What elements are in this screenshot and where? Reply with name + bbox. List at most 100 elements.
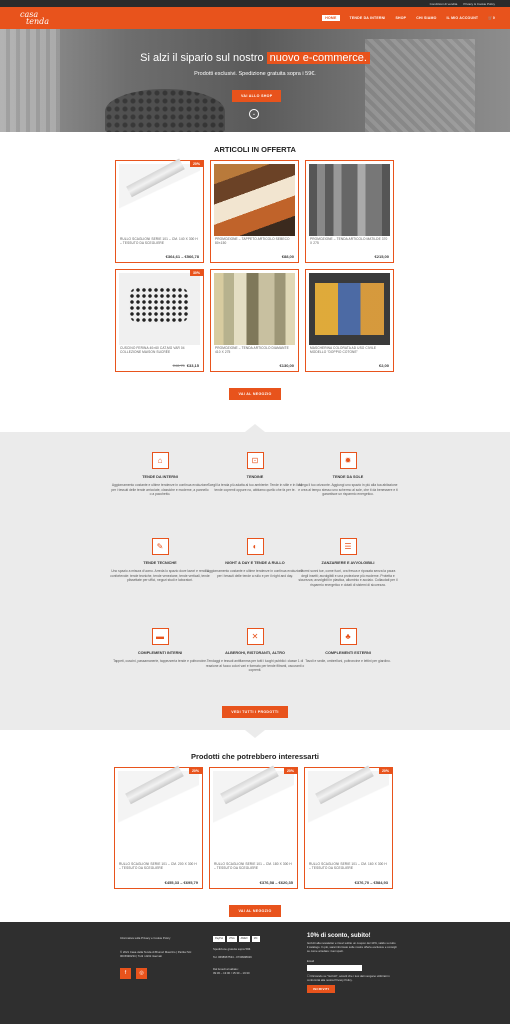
service-text: Aggiornamento costante e ultime tendenze… [206, 569, 304, 578]
email-field[interactable] [307, 965, 362, 971]
offers-title: ARTICOLI IN OFFERTA [214, 145, 296, 154]
offers-button-wrap: VAI AL NEGOZIO [0, 382, 510, 400]
service-tende-interni[interactable]: ⌂ TENDE DA INTERNI Aggiornamento costant… [110, 452, 210, 497]
related-shop-button[interactable]: VAI AL NEGOZIO [229, 905, 281, 917]
terms-link[interactable]: Condizioni di vendita [430, 2, 458, 6]
product-title[interactable]: PROMOZIONE – TENDA ARTICOLO DIAMANTE 410… [215, 346, 294, 354]
instagram-icon[interactable]: ◎ [136, 968, 147, 979]
product-title[interactable]: PROMOZIONE – TAPPETO ARTICOLO SEBECO 80×… [215, 237, 294, 245]
service-title: TENDE DA INTERNI [142, 475, 178, 479]
service-text: Scegli la tenda più adatta al tuo ambien… [207, 483, 303, 492]
service-tende-tecniche[interactable]: ✎ TENDE TECNICHE Uno spazio a misura d'u… [110, 538, 210, 583]
product-card[interactable]: PROMOZIONE – TAPPETO ARTICOLO SEBECO 80×… [210, 160, 299, 263]
product-title[interactable]: RULLO SCAGLIONI SERIE 101 – CM. 140 X 30… [120, 237, 199, 245]
product-image[interactable] [214, 273, 295, 345]
product-card[interactable]: 20% RULLO SCAGLIONI SERIE 101 – CM. 140 … [115, 160, 204, 263]
related-title: Prodotti che potrebbero interessarti [191, 752, 319, 761]
subscribe-button[interactable]: ISCRIVITI [307, 985, 336, 993]
product-card[interactable]: 20% RULLO SCAGLIONI SERIE 101 – CM. 180 … [209, 767, 298, 889]
hero-headline-text: Si alzi il sipario sul nostro [140, 52, 264, 64]
old-price: €48,75 [172, 363, 185, 368]
related-grid: 20% RULLO SCAGLIONI SERIE 101 – CM. 200 … [114, 767, 396, 889]
consent-text: Cliccando su "Iscriviti", accetti che i … [307, 974, 390, 982]
product-title[interactable]: RULLO SCAGLIONI SERIE 101 – CM. 200 X 30… [119, 862, 198, 870]
section-notch-bottom [245, 730, 265, 738]
service-zanzariere[interactable]: ☰ ZANZARIERE E AVVOLGIBILI Dormi sonni t… [298, 538, 398, 587]
product-price: €215,00 [374, 254, 389, 259]
service-title: NIGHT & DAY E TENDE A RULLO [225, 561, 285, 565]
product-image[interactable] [214, 164, 295, 236]
contrast-icon: ◐ [246, 538, 264, 555]
product-card[interactable]: PROMOZIONE – TENDA ARTICOLO MATILDE 370 … [305, 160, 394, 263]
product-price: €48,75 €33,15 [173, 363, 199, 368]
services-section: ⌂ TENDE DA INTERNI Aggiornamento costant… [0, 424, 510, 738]
menu-chi-siamo[interactable]: CHI SIAMO [416, 16, 436, 20]
service-complementi-interni[interactable]: ▬ COMPLEMENTI INTERNI Tappeti, cuscini, … [110, 628, 210, 664]
privacy-link[interactable]: Privacy & Cookie Policy [463, 2, 495, 6]
product-title[interactable]: CUSCINO FERINA 40×60 CAT.MG VAR 04 COLLE… [120, 346, 199, 354]
sale-price: €33,15 [186, 363, 199, 368]
service-text: Tendaggi e tessuti antifiamma per tutti … [205, 659, 305, 673]
discount-badge: 30% [189, 270, 203, 276]
hero-headline: Si alzi il sipario sul nostro nuovo e-co… [0, 52, 510, 64]
service-night-day[interactable]: ◐ NIGHT & DAY E TENDE A RULLO Aggiorname… [205, 538, 305, 578]
product-title[interactable]: RULLO SCAGLIONI SERIE 101 – CM. 180 X 30… [214, 862, 293, 870]
product-image[interactable] [308, 771, 389, 861]
facebook-icon[interactable]: f [120, 968, 131, 979]
product-image[interactable] [309, 273, 390, 345]
service-title: TENDE TECNICHE [143, 561, 177, 565]
product-title[interactable]: RULLO SCAGLIONI SERIE 101 – CM. 160 X 30… [309, 862, 388, 870]
scroll-down-icon[interactable]: ⌄ [249, 109, 259, 119]
product-card[interactable]: 20% RULLO SCAGLIONI SERIE 101 – CM. 160 … [304, 767, 393, 889]
product-image[interactable] [119, 164, 200, 236]
discount-badge: 20% [188, 768, 202, 774]
product-card[interactable]: 30% CUSCINO FERINA 40×60 CAT.MG VAR 04 C… [115, 269, 204, 372]
product-title[interactable]: MASCHERINA COLORATA AD USO CIVILE MODELL… [310, 346, 389, 354]
service-tendine[interactable]: ⊡ TENDINE Scegli la tenda più adatta al … [205, 452, 305, 492]
product-image[interactable] [309, 164, 390, 236]
product-price: €88,00 [281, 254, 294, 259]
privacy-policy-link[interactable]: Informativa sulla Privacy e Cookie Polic… [120, 936, 200, 940]
logo-line-2: tenda [26, 17, 49, 26]
offers-section: ARTICOLI IN OFFERTA 20% RULLO SCAGLIONI … [0, 132, 510, 400]
related-section: Prodotti che potrebbero interessarti 20%… [0, 752, 510, 917]
shipping-info: Spedizione gratuita sopra 59€. [213, 947, 251, 951]
home-icon: ⌂ [151, 452, 169, 469]
product-card[interactable]: PROMOZIONE – TENDA ARTICOLO DIAMANTE 410… [210, 269, 299, 372]
product-card[interactable]: MASCHERINA COLORATA AD USO CIVILE MODELL… [305, 269, 394, 372]
bed-icon: ▬ [151, 628, 169, 645]
payment-methods: PayPal VISA AMEX MC [213, 936, 293, 942]
blinds-icon: ☰ [339, 538, 357, 555]
product-image[interactable] [119, 273, 200, 345]
product-price: €364,61 – €566,78 [165, 254, 199, 259]
service-title: ZANZARIERE E AVVOLGIBILI [321, 561, 375, 565]
service-title: ALBERGHI, RISTORANTI, ALTRO [225, 651, 285, 655]
menu-shop[interactable]: SHOP [395, 16, 406, 20]
menu-account[interactable]: IL MIO ACCOUNT [447, 16, 479, 20]
all-products-button[interactable]: VEDI TUTTI I PRODOTTI [222, 706, 288, 718]
product-title[interactable]: PROMOZIONE – TENDA ARTICOLO MATILDE 370 … [310, 237, 389, 245]
product-price: €455,33 – €695,79 [164, 880, 198, 885]
service-complementi-esterni[interactable]: ♣ COMPLEMENTI ESTERNI Tavoli e sedie, om… [298, 628, 398, 664]
cart-icon[interactable]: 🛒0 [488, 16, 495, 20]
service-text: Uno spazio a misura d'uomo. Arreda lo sp… [110, 569, 210, 583]
mastercard-icon: MC [251, 936, 260, 942]
product-image[interactable] [213, 771, 294, 861]
phone-info[interactable]: Tel. 0698967534 - 0739998029 [213, 955, 293, 959]
discount-badge: 20% [283, 768, 297, 774]
service-alberghi[interactable]: ✕ ALBERGHI, RISTORANTI, ALTRO Tendaggi e… [205, 628, 305, 673]
menu-home[interactable]: HOME [322, 15, 340, 21]
newsletter-title: 10% di sconto, subito! [307, 933, 371, 939]
site-logo[interactable]: casa tenda [15, 11, 75, 26]
service-tende-sole[interactable]: ✹ TENDE DA SOLE Allega il tuo orizzonte.… [298, 452, 398, 497]
service-text: Allega il tuo orizzonte. Aggiungi uno sp… [298, 483, 398, 497]
menu-tende-interni[interactable]: TENDE DA INTERNI [350, 16, 386, 20]
go-to-shop-button[interactable]: VAI AL NEGOZIO [229, 388, 281, 400]
restaurant-icon: ✕ [246, 628, 264, 645]
product-image[interactable] [118, 771, 199, 861]
tree-icon: ♣ [339, 628, 357, 645]
product-card[interactable]: 20% RULLO SCAGLIONI SERIE 101 – CM. 200 … [114, 767, 203, 889]
consent-checkbox[interactable]: ☐ Cliccando su "Iscriviti", accetti che … [307, 974, 397, 982]
service-title: TENDINE [246, 475, 264, 479]
shop-button[interactable]: VAI ALLO SHOP [232, 90, 282, 102]
